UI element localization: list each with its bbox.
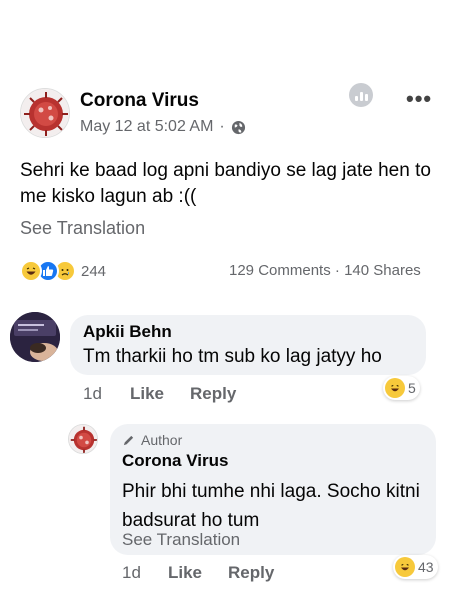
reaction-summary[interactable]: 244: [20, 260, 106, 282]
more-options-icon[interactable]: •••: [406, 86, 432, 112]
shares-count[interactable]: 140 Shares: [344, 262, 421, 279]
haha-reaction-icon: [385, 378, 405, 398]
comment-reply-button[interactable]: Reply: [190, 384, 236, 404]
reply-reply-button[interactable]: Reply: [228, 563, 274, 583]
engagement-stats: 129 Comments · 140 Shares: [229, 262, 421, 279]
comment-like-button[interactable]: Like: [130, 384, 164, 404]
reply-reaction-count: 43: [418, 559, 434, 575]
comment-reaction-count: 5: [408, 380, 416, 396]
post-meta: May 12 at 5:02 AM ·: [80, 118, 246, 136]
meta-separator: ·: [219, 118, 225, 135]
commenter-avatar[interactable]: [10, 312, 60, 362]
author-badge-label: Author: [141, 432, 183, 448]
comments-count[interactable]: 129 Comments: [229, 262, 331, 279]
reply-author[interactable]: Corona Virus: [122, 451, 228, 471]
reply-reaction-badge[interactable]: 43: [393, 555, 438, 579]
globe-icon: [231, 120, 245, 134]
comment-text: Tm tharkii ho tm sub ko lag jatyy ho: [83, 346, 382, 367]
haha-reaction-icon: [395, 557, 415, 577]
post-author-name[interactable]: Corona Virus: [80, 90, 199, 112]
pencil-icon: [123, 435, 134, 445]
reply-see-translation-link[interactable]: See Translation: [122, 530, 240, 550]
insights-icon[interactable]: [349, 83, 373, 107]
stats-separator: ·: [334, 262, 340, 279]
reply-avatar[interactable]: [68, 424, 98, 454]
reaction-count: 244: [81, 262, 107, 280]
comment-time: 1d: [83, 384, 102, 403]
post-text: Sehri ke baad log apni bandiyo se lag ja…: [20, 160, 431, 207]
see-translation-link[interactable]: See Translation: [20, 218, 145, 239]
reply-time: 1d: [122, 563, 141, 582]
haha-reaction-icon: [20, 260, 42, 282]
reply-like-button[interactable]: Like: [168, 563, 202, 583]
reply-text: Phir bhi tumhe nhi laga. Socho kitni bad…: [122, 481, 420, 531]
author-badge: Author: [122, 432, 182, 448]
page-avatar[interactable]: [20, 88, 70, 138]
post-timestamp[interactable]: May 12 at 5:02 AM: [80, 118, 213, 136]
comment-author[interactable]: Apkii Behn: [83, 322, 172, 342]
comment-reaction-badge[interactable]: 5: [383, 376, 420, 400]
